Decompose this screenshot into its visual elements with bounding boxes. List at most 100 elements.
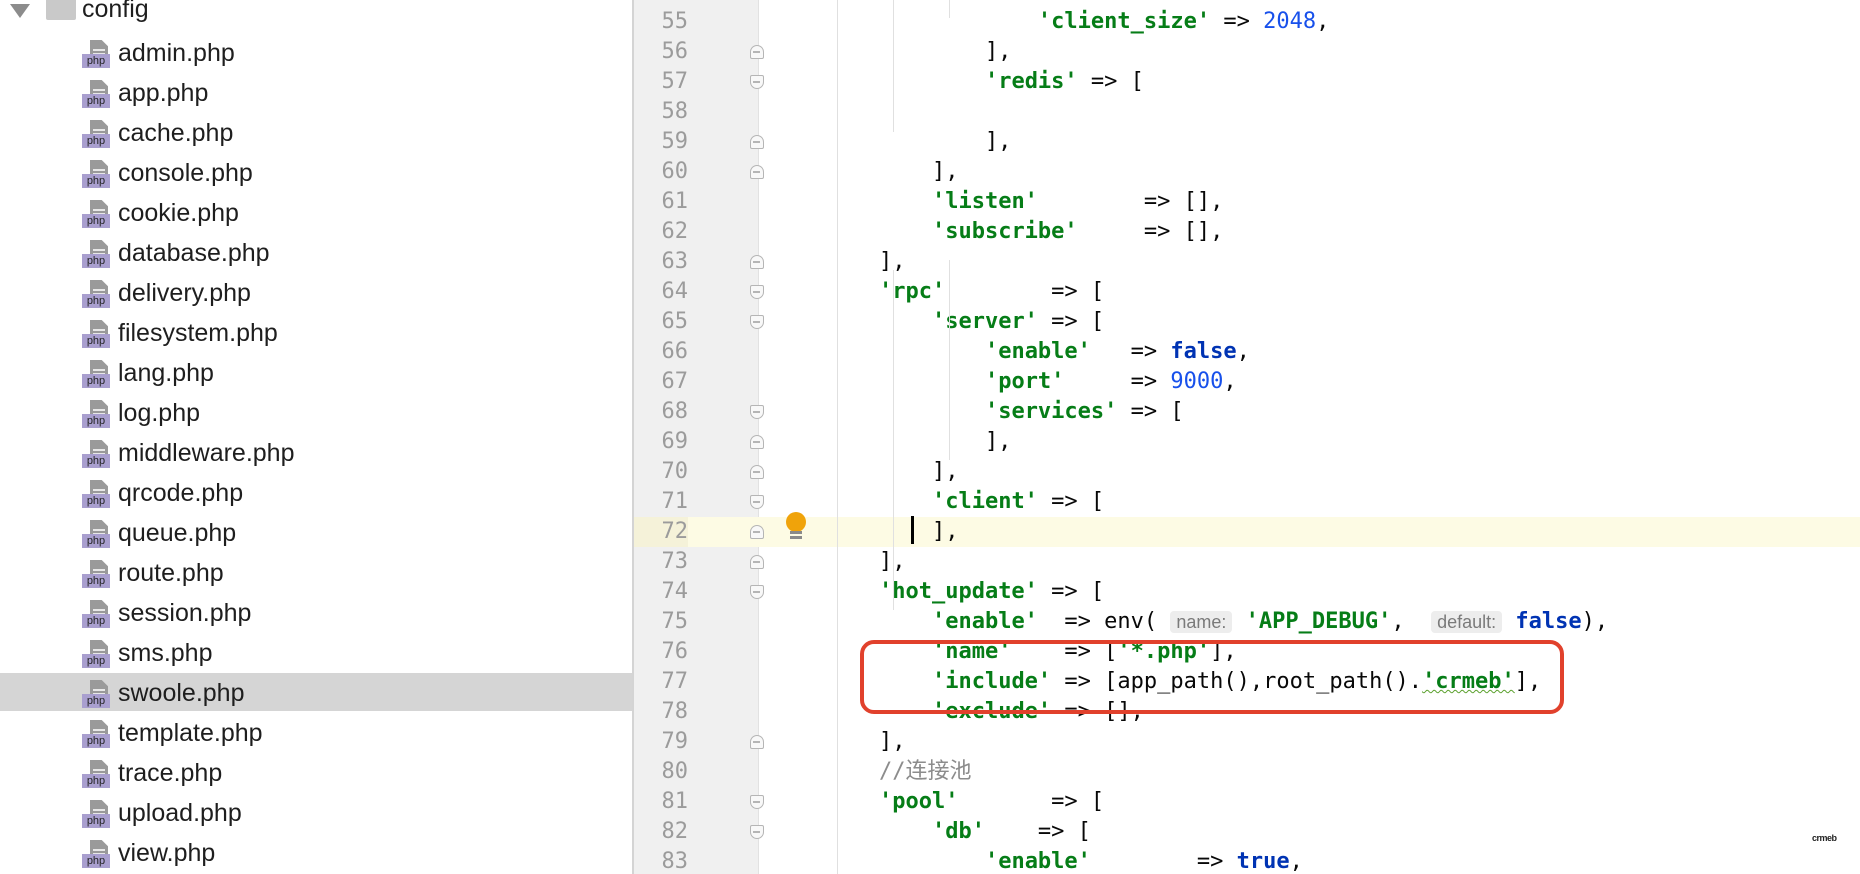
watermark-logo: crmeb: [1812, 833, 1837, 843]
line-number: 76: [661, 639, 689, 664]
code-line[interactable]: 63 ],: [634, 247, 1860, 277]
fold-close-icon[interactable]: [750, 45, 764, 59]
code-line[interactable]: 74 'hot_update' => [: [634, 577, 1860, 607]
fold-open-icon[interactable]: [750, 585, 764, 599]
line-number: 70: [661, 459, 689, 484]
code-line[interactable]: 75 'enable' => env( name: 'APP_DEBUG', d…: [634, 607, 1860, 637]
fold-close-icon[interactable]: [750, 165, 764, 179]
php-file-icon: php: [82, 720, 110, 750]
tree-item-delivery[interactable]: php delivery.php: [0, 273, 632, 311]
file-type-tag: php: [82, 254, 110, 268]
tree-item-label: lang.php: [118, 359, 214, 387]
lightbulb-icon[interactable]: [785, 512, 807, 542]
code-line[interactable]: 64 'rpc' => [: [634, 277, 1860, 307]
code-line[interactable]: 82 'db' => [: [634, 817, 1860, 847]
file-type-tag: php: [82, 294, 110, 308]
tree-item-view[interactable]: php view.php: [0, 833, 632, 871]
tree-item-label: route.php: [118, 559, 224, 587]
tree-item-database[interactable]: php database.php: [0, 233, 632, 271]
fold-open-icon[interactable]: [750, 75, 764, 89]
code-editor[interactable]: 55 'client_size' => 2048, 56 ], 57 'redis'…: [634, 0, 1860, 874]
code-line[interactable]: 83 'enable' => true,: [634, 847, 1860, 874]
php-file-icon: php: [82, 160, 110, 190]
code-text: 'services' => [: [984, 399, 1184, 424]
code-text: 'enable' => true,: [984, 849, 1303, 874]
code-line[interactable]: 68 'services' => [: [634, 397, 1860, 427]
code-line[interactable]: 65 'server' => [: [634, 307, 1860, 337]
tree-item-label: trace.php: [118, 759, 223, 787]
fold-open-icon[interactable]: [750, 285, 764, 299]
php-file-icon: php: [82, 120, 110, 150]
code-line[interactable]: 62 'subscribe' => [],: [634, 217, 1860, 247]
fold-open-icon[interactable]: [750, 315, 764, 329]
php-file-icon: php: [82, 640, 110, 670]
php-file-icon: php: [82, 40, 110, 70]
code-text: ],: [826, 129, 1012, 154]
tree-item-lang[interactable]: php lang.php: [0, 353, 632, 391]
fold-close-icon[interactable]: [750, 735, 764, 749]
tree-item-trace[interactable]: php trace.php: [0, 753, 632, 791]
code-line[interactable]: 79 ],: [634, 727, 1860, 757]
code-line[interactable]: 81 'pool' => [: [634, 787, 1860, 817]
tree-item-cache[interactable]: php cache.php: [0, 113, 632, 151]
code-line[interactable]: 59 ],: [634, 127, 1860, 157]
code-text: 'client' => [: [931, 489, 1105, 514]
code-line[interactable]: 71 'client' => [: [634, 487, 1860, 517]
file-type-tag: php: [82, 814, 110, 828]
code-text: 'redis' => [: [984, 69, 1144, 94]
line-number: 67: [661, 369, 689, 394]
chevron-down-icon[interactable]: [10, 4, 30, 18]
code-text: 'client_size' => 2048,: [1037, 9, 1330, 34]
tree-item-label: filesystem.php: [118, 319, 278, 347]
fold-open-icon[interactable]: [750, 495, 764, 509]
tree-item-log[interactable]: php log.php: [0, 393, 632, 431]
fold-open-icon[interactable]: [750, 825, 764, 839]
fold-open-icon[interactable]: [750, 795, 764, 809]
fold-close-icon[interactable]: [750, 135, 764, 149]
tree-item-app[interactable]: php app.php: [0, 73, 632, 111]
fold-close-icon[interactable]: [750, 525, 764, 539]
tree-item-swoole[interactable]: php swoole.php: [0, 673, 632, 711]
tree-item-upload[interactable]: php upload.php: [0, 793, 632, 831]
tree-item-route[interactable]: php route.php: [0, 553, 632, 591]
tree-item-queue[interactable]: php queue.php: [0, 513, 632, 551]
tree-item-session[interactable]: php session.php: [0, 593, 632, 631]
code-line[interactable]: 55 'client_size' => 2048,: [634, 7, 1860, 37]
tree-item-filesystem[interactable]: php filesystem.php: [0, 313, 632, 351]
fold-open-icon[interactable]: [750, 405, 764, 419]
tree-item-console[interactable]: php console.php: [0, 153, 632, 191]
tree-item-template[interactable]: php template.php: [0, 713, 632, 751]
code-line[interactable]: 66 'enable' => false,: [634, 337, 1860, 367]
tree-item-middleware[interactable]: php middleware.php: [0, 433, 632, 471]
code-line[interactable]: 61 'listen' => [],: [634, 187, 1860, 217]
php-file-icon: php: [82, 840, 110, 870]
tree-item-label: template.php: [118, 719, 263, 747]
fold-close-icon[interactable]: [750, 255, 764, 269]
fold-close-icon[interactable]: [750, 555, 764, 569]
code-line[interactable]: 57 'redis' => [: [634, 67, 1860, 97]
file-type-tag: php: [82, 454, 110, 468]
line-number: 74: [661, 579, 689, 604]
code-text: 'subscribe' => [],: [931, 219, 1224, 244]
tree-item-cookie[interactable]: php cookie.php: [0, 193, 632, 231]
code-line[interactable]: 60 ],: [634, 157, 1860, 187]
code-line[interactable]: 56 ],: [634, 37, 1860, 67]
code-line[interactable]: 73 ],: [634, 547, 1860, 577]
line-number: 81: [661, 789, 689, 814]
code-line[interactable]: 70 ],: [634, 457, 1860, 487]
code-line[interactable]: 69 ],: [634, 427, 1860, 457]
php-file-icon: php: [82, 320, 110, 350]
fold-close-icon[interactable]: [750, 435, 764, 449]
line-number: 56: [661, 39, 689, 64]
code-line[interactable]: 67 'port' => 9000,: [634, 367, 1860, 397]
tree-item-sms[interactable]: php sms.php: [0, 633, 632, 671]
fold-close-icon[interactable]: [750, 465, 764, 479]
code-line[interactable]: 80 //连接池: [634, 757, 1860, 787]
tree-item-admin[interactable]: php admin.php: [0, 33, 632, 71]
code-line[interactable]: 58: [634, 97, 1860, 127]
tree-item-label: queue.php: [118, 519, 237, 547]
code-text: 'port' => 9000,: [984, 369, 1237, 394]
code-line[interactable]: 72 ],: [634, 517, 1860, 547]
tree-item-qrcode[interactable]: php qrcode.php: [0, 473, 632, 511]
tree-item-label: log.php: [118, 399, 201, 427]
